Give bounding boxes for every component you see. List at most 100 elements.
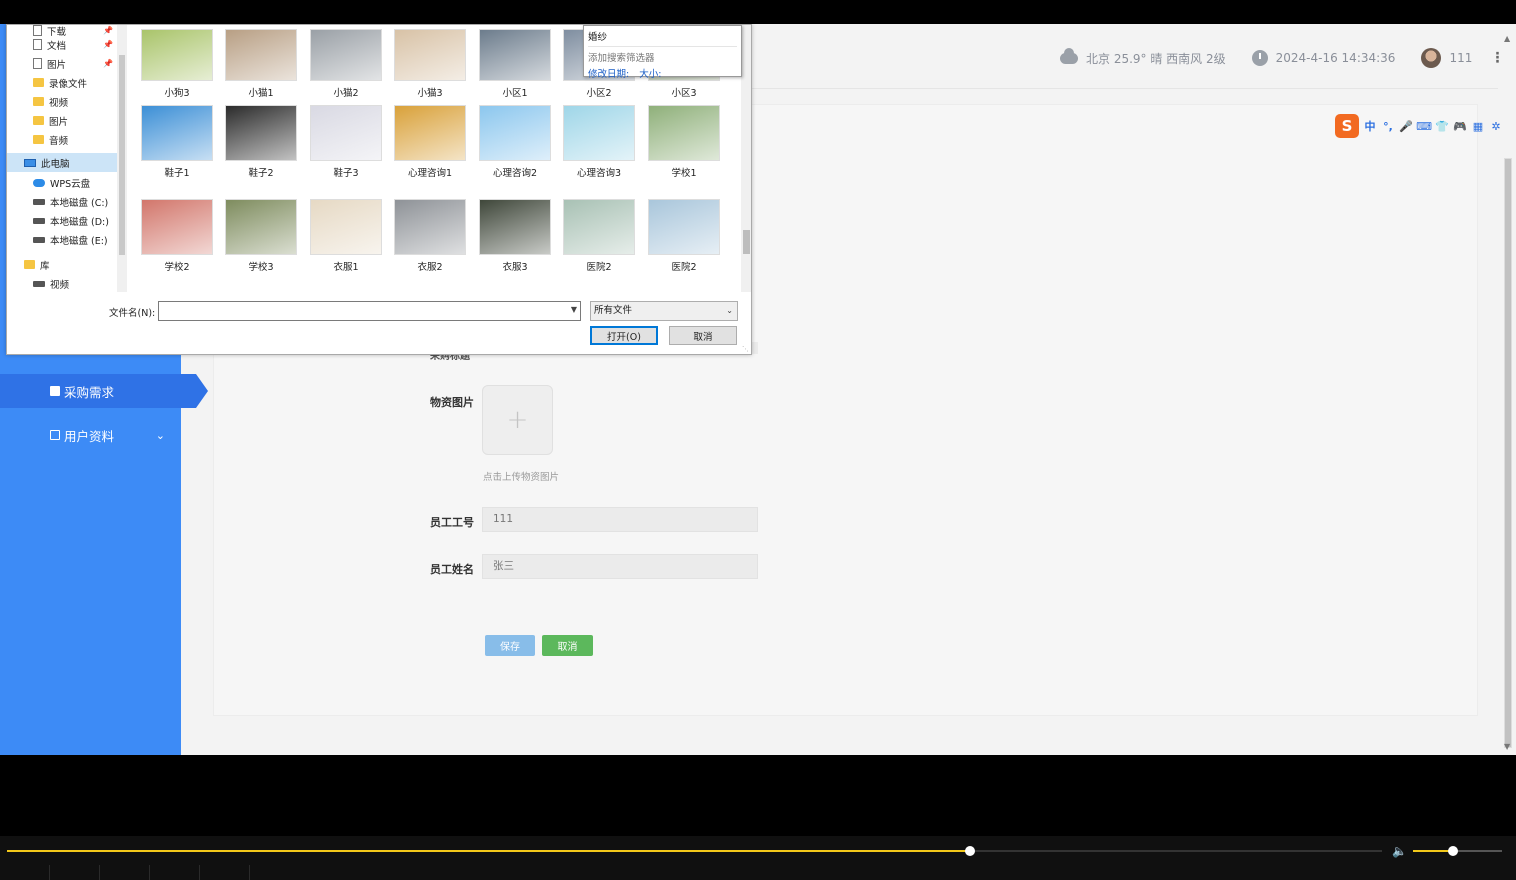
file-name: 学校1 xyxy=(671,168,697,179)
nav-item-label: 图片 xyxy=(47,59,67,71)
file-item[interactable]: 学校3 xyxy=(219,199,303,273)
nav-item-label: 此电脑 xyxy=(41,158,70,170)
file-grid-scrollbar[interactable] xyxy=(741,25,751,292)
grid-scroll-thumb[interactable] xyxy=(743,230,750,254)
photo-upload-button[interactable]: + xyxy=(482,385,553,455)
file-item[interactable]: 衣服3 xyxy=(473,199,557,273)
file-thumbnail xyxy=(648,199,720,255)
file-item[interactable]: 小猫1 xyxy=(219,29,303,99)
save-button[interactable]: 保存 xyxy=(485,635,535,656)
file-item[interactable]: 心理咨询3 xyxy=(557,105,641,179)
page-scrollbar[interactable]: ▲ ▼ xyxy=(1502,34,1514,754)
nav-item[interactable]: 录像文件 xyxy=(7,73,117,92)
nav-item-label: 本地磁盘 (E:) xyxy=(50,235,108,247)
volume-slider[interactable] xyxy=(1413,846,1502,856)
file-item[interactable]: 衣服1 xyxy=(304,199,388,273)
file-item[interactable]: 小猫3 xyxy=(388,29,472,99)
file-name: 心理咨询1 xyxy=(407,168,453,179)
volume-icon[interactable]: 🔈 xyxy=(1392,844,1408,858)
drive-icon xyxy=(33,236,45,243)
chevron-down-icon[interactable]: ▼ xyxy=(571,305,577,314)
nav-item[interactable]: 文档 📌 xyxy=(7,35,117,54)
sidebar-item-label: 采购需求 xyxy=(64,384,115,400)
nav-item[interactable]: 此电脑 xyxy=(7,153,117,172)
file-item[interactable]: 鞋子3 xyxy=(304,105,388,179)
seek-handle[interactable] xyxy=(964,846,975,856)
file-thumbnail xyxy=(479,29,551,81)
file-thumbnail xyxy=(563,199,635,255)
nav-item-label: 图片 xyxy=(49,116,69,128)
open-button[interactable]: 打开(O) xyxy=(590,326,658,345)
nav-item[interactable]: 视频 xyxy=(7,92,117,111)
ime-game-icon[interactable]: 🎮 xyxy=(1453,120,1467,133)
file-thumbnail xyxy=(310,199,382,255)
volume-handle[interactable] xyxy=(1448,846,1459,856)
sidebar-item-purchase-demand[interactable]: 采购需求 xyxy=(0,374,208,408)
ime-chinese-mode-icon[interactable]: 中 xyxy=(1363,120,1377,133)
popup-search-term[interactable]: 婚纱 xyxy=(588,29,737,47)
file-thumbnail xyxy=(310,105,382,161)
nav-item[interactable]: 视频 xyxy=(7,274,117,293)
ime-toolbar[interactable]: S 中 °, 🎤 ⌨ 👕 🎮 ▦ ✲ xyxy=(1335,114,1503,138)
resize-grip-icon[interactable]: ⋱ xyxy=(742,345,749,353)
filter-size[interactable]: 大小: xyxy=(639,66,661,80)
file-name: 鞋子3 xyxy=(333,168,359,179)
upload-hint: 点击上传物资图片 xyxy=(483,472,560,483)
nav-item[interactable]: 音频 xyxy=(7,130,117,149)
filetype-select[interactable]: 所有文件 ⌄ xyxy=(590,301,738,321)
ime-toolbox-icon[interactable]: ▦ xyxy=(1471,120,1485,133)
ime-microphone-icon[interactable]: 🎤 xyxy=(1399,120,1413,133)
nav-item[interactable]: 本地磁盘 (E:) xyxy=(7,230,117,249)
username[interactable]: 111 xyxy=(1449,51,1472,65)
nav-item[interactable]: 图片 📌 xyxy=(7,54,117,73)
nav-item[interactable]: 图片 xyxy=(7,111,117,130)
library-icon xyxy=(24,260,35,269)
file-item[interactable]: 心理咨询2 xyxy=(473,105,557,179)
nav-item[interactable]: 库 xyxy=(7,255,117,274)
nav-item[interactable]: 本地磁盘 (C:) xyxy=(7,192,117,211)
file-item[interactable]: 小区1 xyxy=(473,29,557,99)
dialog-cancel-button[interactable]: 取消 xyxy=(669,326,737,345)
pictures-icon xyxy=(33,58,42,69)
nav-item-label: 音频 xyxy=(49,135,69,147)
seek-bar[interactable] xyxy=(7,846,1382,856)
ime-punctuation-icon[interactable]: °, xyxy=(1381,120,1395,133)
folder-icon xyxy=(33,97,44,106)
file-item[interactable]: 心理咨询1 xyxy=(388,105,472,179)
file-item[interactable]: 小猫2 xyxy=(304,29,388,99)
file-item[interactable]: 学校2 xyxy=(135,199,219,273)
file-name: 小猫3 xyxy=(417,88,443,99)
sogou-logo-icon[interactable]: S xyxy=(1335,114,1359,138)
file-item[interactable]: 学校1 xyxy=(642,105,726,179)
file-item[interactable]: 鞋子2 xyxy=(219,105,303,179)
ime-skin-icon[interactable]: 👕 xyxy=(1435,120,1449,133)
employee-id-field[interactable]: 111 xyxy=(482,507,758,532)
file-item[interactable]: 衣服2 xyxy=(388,199,472,273)
ime-settings-icon[interactable]: ✲ xyxy=(1489,120,1503,133)
nav-scrollbar[interactable] xyxy=(117,25,127,292)
file-item[interactable]: 医院2 xyxy=(557,199,641,273)
nav-item-label: 文档 xyxy=(47,40,67,52)
nav-item[interactable]: WPS云盘 xyxy=(7,173,117,192)
cancel-button[interactable]: 取消 xyxy=(542,635,593,656)
filename-input[interactable]: ▼ xyxy=(158,301,581,321)
file-item[interactable]: 医院2 xyxy=(642,199,726,273)
filter-date-modified[interactable]: 修改日期: xyxy=(588,66,629,80)
scroll-thumb[interactable] xyxy=(1504,158,1512,748)
file-item[interactable]: 鞋子1 xyxy=(135,105,219,179)
avatar[interactable] xyxy=(1421,48,1442,68)
chevron-down-icon[interactable]: ⌄ xyxy=(726,302,733,320)
file-name: 小区3 xyxy=(671,88,697,99)
ime-keyboard-icon[interactable]: ⌨ xyxy=(1416,120,1432,133)
file-item[interactable]: 小狗3 xyxy=(135,29,219,99)
plus-icon: + xyxy=(506,405,529,435)
folder-icon xyxy=(50,430,60,440)
clock-icon xyxy=(1251,50,1268,66)
sidebar-item-user-profile[interactable]: 用户资料 ⌄ xyxy=(0,418,181,452)
scroll-down-icon[interactable]: ▼ xyxy=(1504,742,1510,751)
nav-scroll-thumb[interactable] xyxy=(119,55,125,255)
scroll-up-icon[interactable]: ▲ xyxy=(1504,34,1510,43)
file-name: 小猫2 xyxy=(333,88,359,99)
nav-item[interactable]: 本地磁盘 (D:) xyxy=(7,211,117,230)
employee-name-field[interactable]: 张三 xyxy=(482,554,758,579)
